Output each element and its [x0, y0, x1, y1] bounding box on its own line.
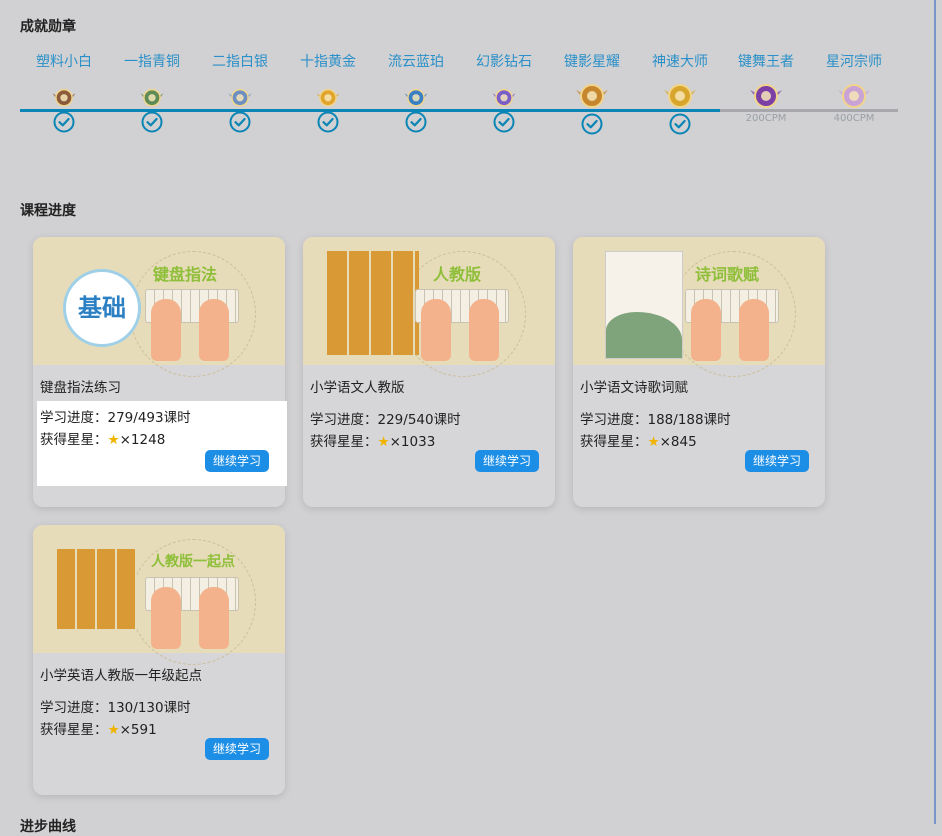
check-circle-icon	[53, 111, 75, 133]
stars-count: ×591	[119, 722, 157, 738]
course-title: 小学英语人教版一年级起点	[40, 668, 202, 684]
badge-name: 神速大师	[652, 54, 708, 70]
continue-learning-button[interactable]: 继续学习	[204, 450, 269, 472]
medal-icon	[492, 88, 516, 107]
progress-text: 学习进度：130/130课时	[40, 700, 191, 716]
progress-text: 学习进度：279/493课时	[40, 410, 191, 426]
check-circle-icon	[581, 113, 603, 135]
badge-name: 星河宗师	[826, 54, 882, 70]
hand-icon	[469, 299, 499, 361]
stars-label: 获得星星：	[580, 434, 648, 450]
hand-icon	[691, 299, 721, 361]
stars-count: ×1033	[389, 434, 436, 450]
achievement-badge: 键影星耀	[547, 52, 637, 135]
check-circle-icon	[669, 113, 691, 135]
star-icon: ★	[377, 434, 390, 450]
medal-icon	[228, 88, 252, 107]
progress-text: 学习进度：229/540课时	[310, 412, 461, 428]
stars-row: 获得星星：★×1248	[40, 429, 191, 451]
poem-book-image	[605, 251, 683, 359]
hand-icon	[199, 587, 229, 649]
check-circle-icon	[405, 111, 427, 133]
stars-label: 获得星星：	[40, 722, 108, 738]
banner-label: 诗词歌赋	[695, 265, 760, 284]
medal-icon	[404, 88, 428, 107]
achievement-badge: 二指白银	[195, 52, 285, 133]
achievement-badge: 十指黄金	[283, 52, 373, 133]
course-info: 学习进度：188/188课时 获得星星：★×845	[580, 409, 731, 453]
course-banner: 基础 键盘指法	[33, 237, 285, 377]
achievement-badge: 键舞王者 200CPM	[721, 52, 811, 126]
course-info: 学习进度：130/130课时 获得星星：★×591	[40, 697, 191, 741]
badge-name: 一指青铜	[124, 54, 180, 70]
stars-count: ×1248	[119, 432, 166, 448]
page-right-border	[934, 0, 936, 824]
course-card-chinese[interactable]: 人教版 小学语文人教版 学习进度：229/540课时 获得星星：★×1033 继…	[303, 237, 555, 507]
badge-name: 幻影钻石	[476, 54, 532, 70]
medal-icon	[140, 88, 164, 107]
achievement-badge: 神速大师	[635, 52, 725, 135]
achievement-badge: 塑料小白	[19, 52, 109, 133]
medal-icon	[576, 84, 608, 108]
course-progress-title: 课程进度	[20, 203, 76, 219]
badge-name: 十指黄金	[300, 54, 356, 70]
badge-name: 塑料小白	[36, 54, 92, 70]
achievement-badge: 星河宗师 400CPM	[809, 52, 899, 126]
achievements-title: 成就勋章	[20, 19, 76, 35]
medal-icon	[750, 84, 782, 108]
hand-icon	[199, 299, 229, 361]
star-icon: ★	[107, 432, 120, 448]
hand-icon	[739, 299, 769, 361]
star-icon: ★	[107, 722, 120, 738]
course-title: 小学语文诗歌词赋	[580, 380, 688, 396]
medal-icon	[838, 84, 870, 108]
hand-icon	[151, 587, 181, 649]
badge-name: 键影星耀	[564, 54, 620, 70]
progress-text: 学习进度：188/188课时	[580, 412, 731, 428]
check-circle-icon	[141, 111, 163, 133]
star-icon: ★	[647, 434, 660, 450]
achievement-badge: 流云蓝珀	[371, 52, 461, 133]
achievement-badge: 一指青铜	[107, 52, 197, 133]
stars-label: 获得星星：	[310, 434, 378, 450]
stars-label: 获得星星：	[40, 432, 108, 448]
check-circle-icon	[317, 111, 339, 133]
medal-icon	[316, 88, 340, 107]
banner-label: 键盘指法	[153, 265, 218, 284]
course-info-highlight: 学习进度：279/493课时 获得星星：★×1248 继续学习	[37, 401, 287, 486]
textbooks-image	[327, 251, 419, 355]
check-circle-icon	[229, 111, 251, 133]
badge-name: 流云蓝珀	[388, 54, 444, 70]
continue-learning-button[interactable]: 继续学习	[744, 450, 809, 472]
hand-icon	[151, 299, 181, 361]
medal-icon	[664, 84, 696, 108]
badge-requirement: 200CPM	[745, 113, 787, 124]
stars-row: 获得星星：★×845	[580, 431, 731, 453]
continue-learning-button[interactable]: 继续学习	[204, 738, 269, 760]
achievement-badge: 幻影钻石	[459, 52, 549, 133]
course-banner: 人教版	[303, 237, 555, 377]
hand-icon	[421, 299, 451, 361]
progress-curve-title: 进步曲线	[20, 819, 76, 835]
course-info: 学习进度：229/540课时 获得星星：★×1033	[310, 409, 461, 453]
badge-name: 键舞王者	[738, 54, 794, 70]
course-title: 键盘指法练习	[40, 380, 121, 396]
stars-row: 获得星星：★×1033	[310, 431, 461, 453]
check-circle-icon	[493, 111, 515, 133]
stars-row: 获得星星：★×591	[40, 719, 191, 741]
banner-label: 人教版	[433, 265, 482, 284]
banner-label: 人教版一起点	[151, 554, 235, 570]
badge-requirement: 400CPM	[833, 113, 875, 124]
badge-name: 二指白银	[212, 54, 268, 70]
course-banner: 人教版一起点	[33, 525, 285, 665]
course-card-english[interactable]: 人教版一起点 小学英语人教版一年级起点 学习进度：130/130课时 获得星星：…	[33, 525, 285, 795]
course-title: 小学语文人教版	[310, 380, 405, 396]
course-card-poetry[interactable]: 诗词歌赋 小学语文诗歌词赋 学习进度：188/188课时 获得星星：★×845 …	[573, 237, 825, 507]
continue-learning-button[interactable]: 继续学习	[474, 450, 539, 472]
medal-icon	[52, 88, 76, 107]
stars-count: ×845	[659, 434, 697, 450]
textbooks-image	[57, 549, 137, 629]
basic-badge: 基础	[63, 269, 141, 347]
course-banner: 诗词歌赋	[573, 237, 825, 377]
